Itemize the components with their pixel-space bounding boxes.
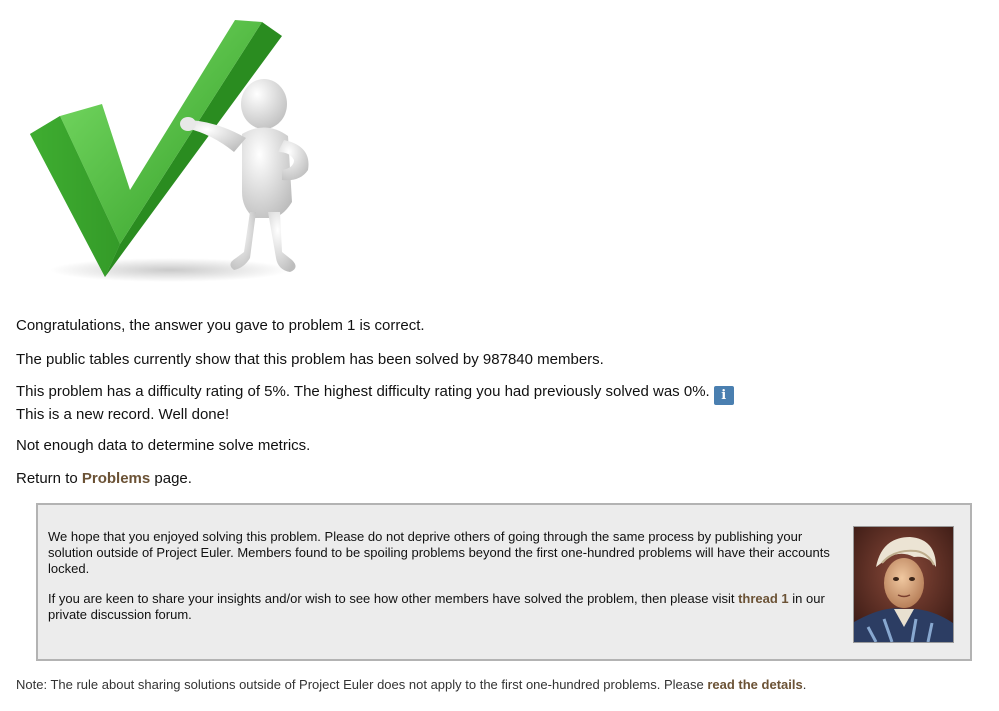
solved-count-message: The public tables currently show that th… [16,351,604,368]
note-suffix: . [802,677,807,692]
difficulty-message: This problem has a difficulty rating of … [16,382,734,425]
read-details-link[interactable]: read the details [707,677,802,692]
thread-link[interactable]: thread 1 [738,591,789,606]
return-prefix: Return to [16,470,82,487]
notice-text: We hope that you enjoyed solving this pr… [48,529,838,637]
notice-paragraph-forum: If you are keen to share your insights a… [48,591,838,623]
solve-metrics-message: Not enough data to determine solve metri… [16,437,311,454]
sharing-rule-note: Note: The rule about sharing solutions o… [16,677,806,693]
new-record-text: This is a new record. Well done! [16,406,230,423]
forum-prefix: If you are keen to share your insights a… [48,591,739,606]
difficulty-text: This problem has a difficulty rating of … [16,383,710,400]
correct-answer-message: Congratulations, the answer you gave to … [16,317,425,334]
euler-portrait [853,526,954,643]
checkmark-figure-illustration [20,12,320,287]
note-prefix: Note: The rule about sharing solutions o… [16,677,708,692]
sharing-notice-box: We hope that you enjoyed solving this pr… [36,503,972,661]
problems-link[interactable]: Problems [82,470,150,487]
return-suffix: page. [150,470,192,487]
return-message: Return to Problems page. [16,469,192,489]
notice-paragraph-spoilers: We hope that you enjoyed solving this pr… [48,529,830,576]
info-icon[interactable]: i [713,386,734,405]
